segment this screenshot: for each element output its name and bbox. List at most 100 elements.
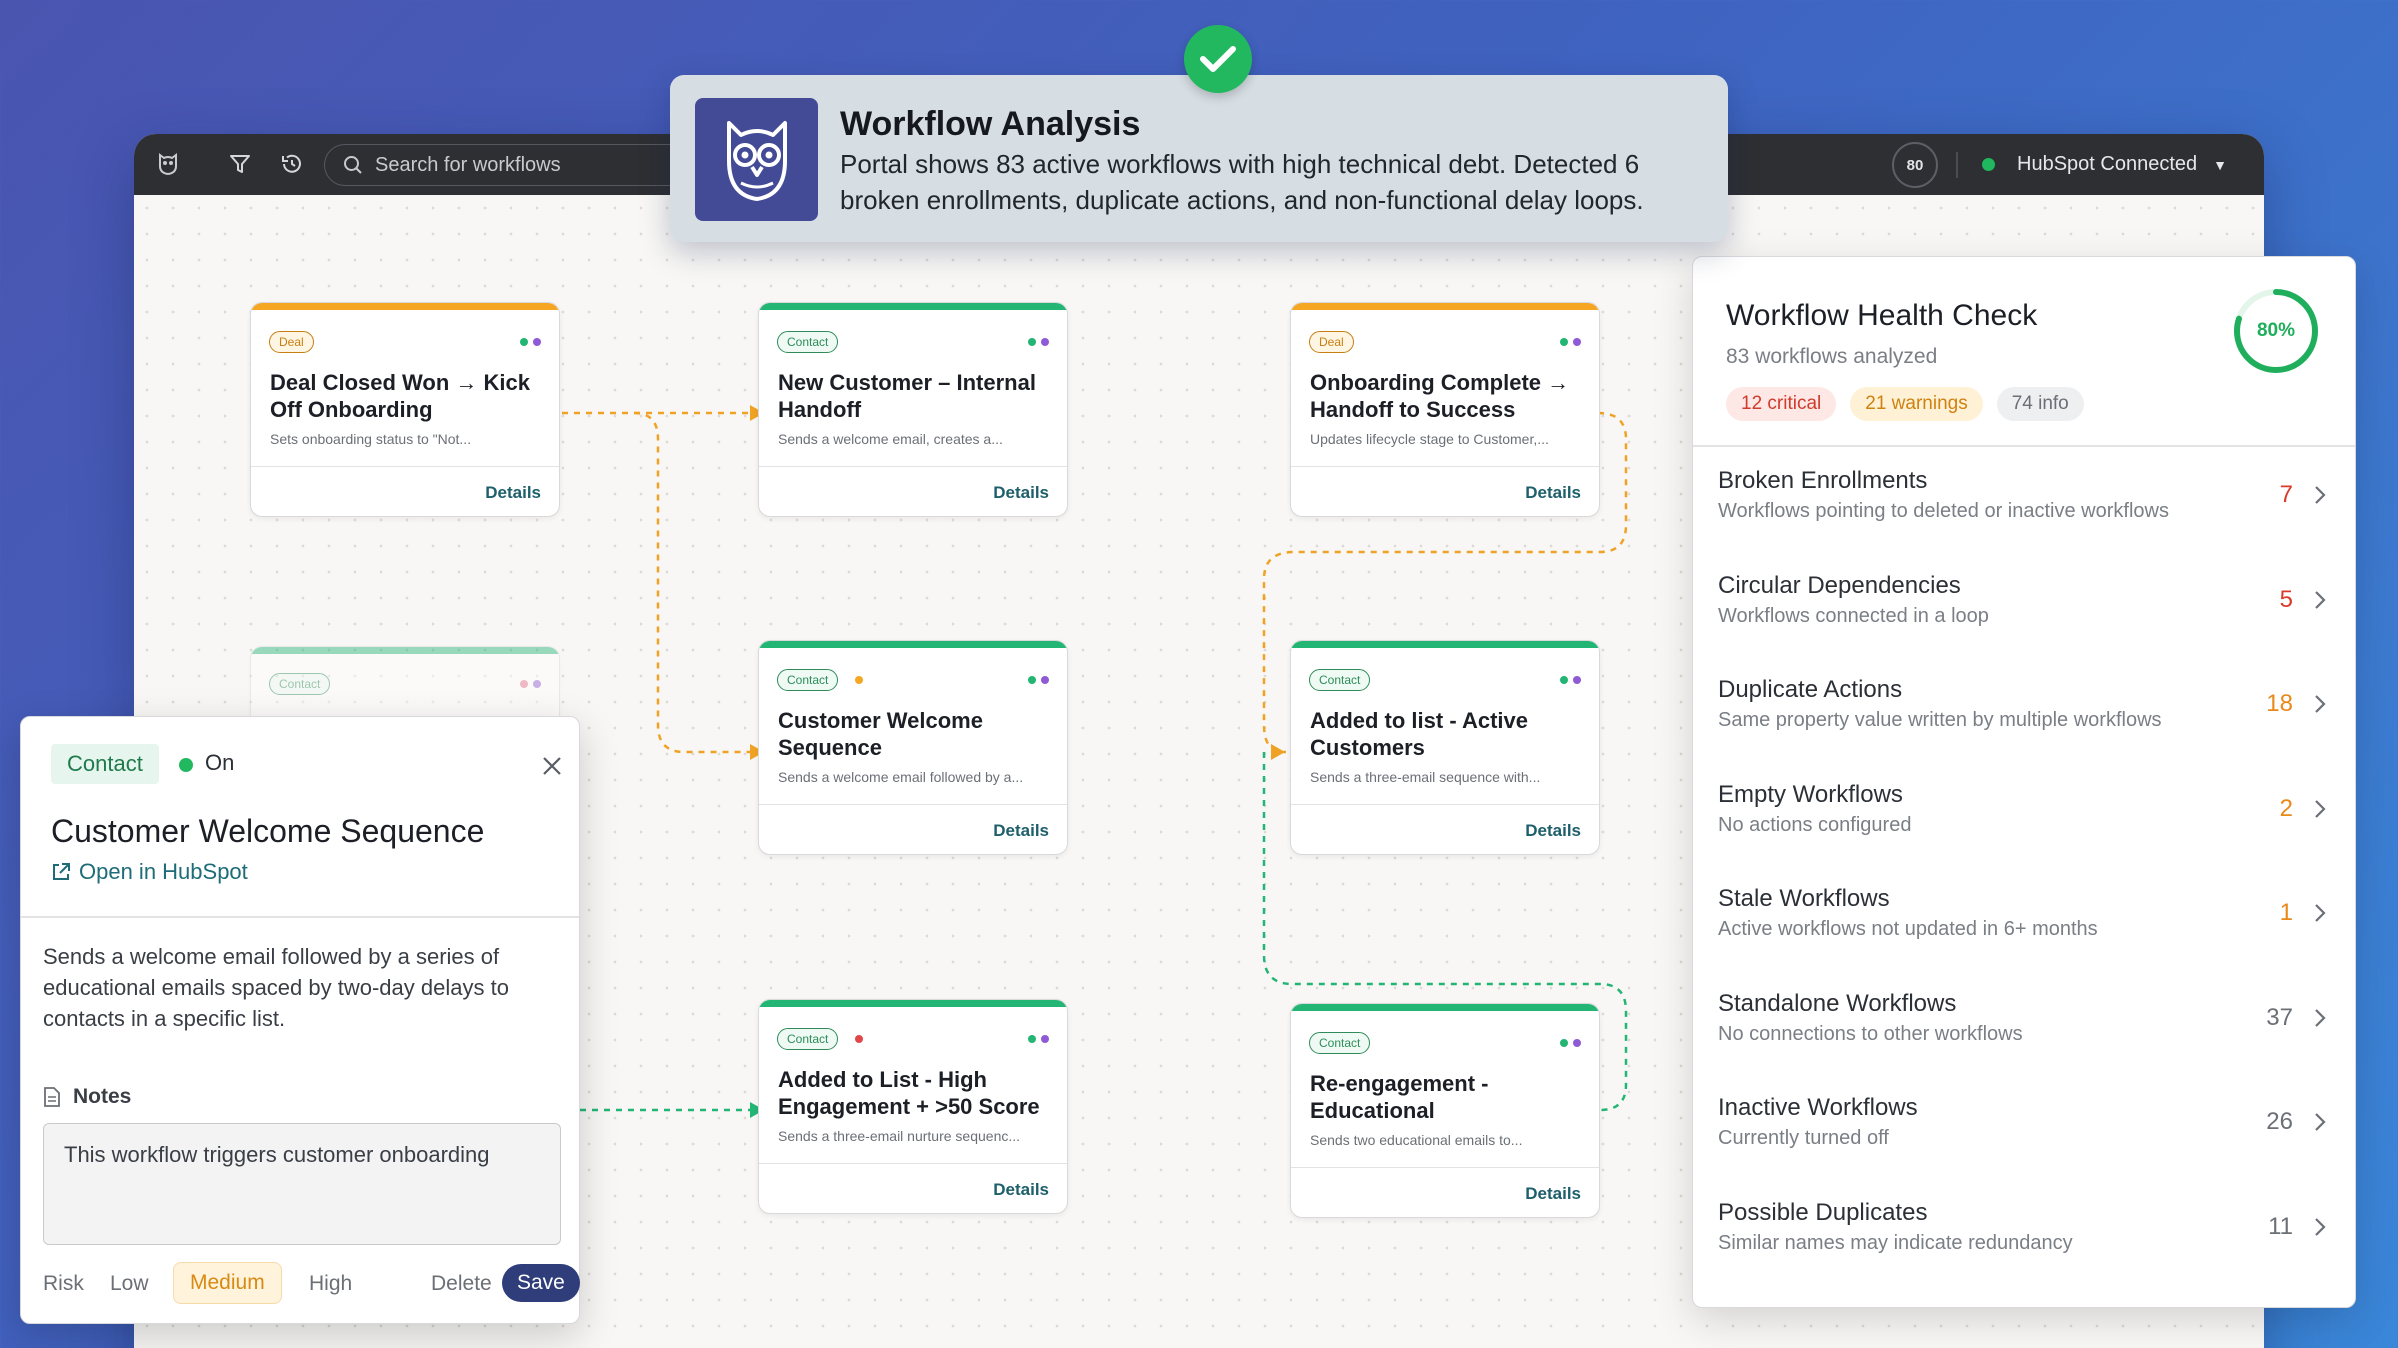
node-title: Deal Closed Won → Kick Off Onboarding <box>270 370 530 422</box>
issue-name: Stale Workflows <box>1718 885 1890 912</box>
workflow-node[interactable]: Contact Added to List - High Engagement … <box>758 999 1068 1214</box>
node-status-dots <box>520 338 541 346</box>
issue-name: Possible Duplicates <box>1718 1198 1928 1226</box>
node-tag: Contact <box>777 331 839 353</box>
node-tag: Contact <box>269 673 331 695</box>
chevron-right-icon <box>2315 1113 2326 1131</box>
workflow-node[interactable]: Contact Re-engagement - Educational Send… <box>1290 1003 1600 1218</box>
node-tag: Contact <box>777 1028 839 1050</box>
issue-hint: No actions configured <box>1718 813 1912 836</box>
chevron-right-icon <box>2315 1008 2326 1027</box>
issue-hint: Workflows pointing to deleted or inactiv… <box>1718 500 2169 522</box>
panel-title: Customer Welcome Sequence <box>51 813 485 849</box>
filter-icon[interactable] <box>224 148 256 180</box>
details-link[interactable]: Details <box>485 483 541 503</box>
node-description: Sends two educational emails to... <box>1310 1132 1523 1148</box>
analysis-banner: Workflow Analysis Portal shows 83 active… <box>670 75 1728 242</box>
connection-dropdown[interactable]: HubSpot Connected ▼ <box>1982 134 2227 195</box>
node-type-bar <box>759 303 1067 310</box>
credits-badge[interactable]: 80 <box>1892 142 1938 188</box>
chevron-right-icon <box>2315 904 2326 922</box>
open-in-hubspot-link[interactable]: Open in HubSpot <box>51 859 248 885</box>
health-divider <box>1693 445 2355 447</box>
health-check-panel: Workflow Health Check 83 workflows analy… <box>1692 256 2356 1308</box>
issue-name: Circular Dependencies <box>1718 571 1961 599</box>
node-footer: Details <box>251 466 559 516</box>
issue-name: Duplicate Actions <box>1718 676 1903 703</box>
owl-logo-icon[interactable] <box>152 148 184 180</box>
workflow-node-selected[interactable]: Contact Customer Welcome Sequence Sends … <box>758 640 1068 855</box>
workflow-status: On <box>205 750 235 775</box>
object-type-tag: Contact <box>51 744 159 784</box>
chevron-right-icon <box>2315 1217 2326 1236</box>
toolbar-divider <box>1956 152 1958 178</box>
delete-button[interactable]: Delete <box>431 1272 492 1296</box>
health-title: Workflow Health Check <box>1726 299 2038 332</box>
notes-textarea[interactable]: This workflow triggers customer onboardi… <box>43 1123 561 1245</box>
node-tag: Deal <box>1309 331 1354 353</box>
workflow-node[interactable]: Deal Deal Closed Won → Kick Off Onboardi… <box>250 302 560 517</box>
workflow-node[interactable]: Contact Added to list - Active Customers… <box>1290 640 1600 855</box>
node-type-bar <box>251 303 559 310</box>
node-tag: Contact <box>1309 669 1371 691</box>
issue-count: 37 <box>2266 1003 2293 1031</box>
issue-row[interactable]: Standalone Workflows No connections to ot… <box>1693 980 2355 1084</box>
critical-badge[interactable]: 12 critical <box>1726 387 1837 421</box>
node-footer: Details <box>1291 1167 1599 1217</box>
node-description: Sets onboarding status to "Not... <box>270 431 472 447</box>
warnings-badge[interactable]: 21 warnings <box>1850 387 1983 421</box>
node-footer: Details <box>759 466 1067 516</box>
issue-count: 11 <box>2268 1212 2293 1240</box>
risk-option-high[interactable]: High <box>309 1272 352 1296</box>
error-dot <box>855 1035 863 1043</box>
issue-count: 7 <box>2279 481 2293 508</box>
history-icon[interactable] <box>276 148 308 180</box>
node-type-bar <box>251 647 559 654</box>
node-title: Added to list - Active Customers <box>1310 708 1528 760</box>
node-type-bar <box>759 641 1067 648</box>
issue-name: Standalone Workflows <box>1718 989 1957 1017</box>
active-status-dot <box>179 758 193 772</box>
issue-name: Inactive Workflows <box>1718 1094 1918 1121</box>
details-link[interactable]: Details <box>1525 483 1581 503</box>
issue-row[interactable]: Empty Workflows No actions configured 2 <box>1693 771 2355 875</box>
severity-badges: 12 critical 21 warnings 74 info <box>1726 387 2084 421</box>
issue-count: 2 <box>2279 794 2293 822</box>
issue-row[interactable]: Circular Dependencies Workflows connected… <box>1693 562 2355 666</box>
node-title: Re-engagement - Educational <box>1310 1071 1489 1123</box>
issue-count: 26 <box>2266 1108 2293 1135</box>
close-icon[interactable] <box>541 755 563 777</box>
details-link[interactable]: Details <box>993 1180 1049 1200</box>
issue-row[interactable]: Stale Workflows Active workflows not upda… <box>1693 875 2355 979</box>
issue-row[interactable]: Broken Enrollments Workflows pointing to … <box>1693 457 2355 561</box>
external-link-icon <box>53 863 70 880</box>
details-link[interactable]: Details <box>1525 1184 1581 1204</box>
details-link[interactable]: Details <box>993 483 1049 503</box>
banner-text: Portal shows 83 active workflows with hi… <box>840 149 1644 215</box>
workflow-node[interactable]: Contact New Customer – Internal Handoff … <box>758 302 1068 517</box>
connected-status-dot <box>1982 158 1995 171</box>
node-type-bar <box>1291 641 1599 648</box>
risk-label: Risk <box>43 1272 84 1295</box>
node-description: Sends a welcome email followed by a... <box>778 769 1024 785</box>
risk-option-medium[interactable]: Medium <box>173 1262 282 1304</box>
chevron-right-icon <box>2315 799 2326 818</box>
issue-hint: No connections to other workflows <box>1718 1022 2023 1045</box>
issue-row[interactable]: Duplicate Actions Same property value wri… <box>1693 666 2355 770</box>
node-title: Customer Welcome Sequence <box>778 708 983 760</box>
node-title: Added to List - High Engagement + >50 Sc… <box>778 1067 1040 1119</box>
chevron-right-icon <box>2315 695 2326 713</box>
risk-option-low[interactable]: Low <box>110 1272 149 1296</box>
info-badge[interactable]: 74 info <box>1996 387 2084 421</box>
node-description: Sends a three-email sequence with... <box>1310 769 1541 785</box>
health-score: 80% <box>2256 320 2296 341</box>
details-link[interactable]: Details <box>1525 821 1581 841</box>
workflow-node[interactable]: Deal Onboarding Complete → Handoff to Su… <box>1290 302 1600 517</box>
issue-row[interactable]: Possible Duplicates Similar names may ind… <box>1693 1189 2355 1293</box>
node-description: Sends a three-email nurture sequenc... <box>778 1128 1021 1144</box>
node-status-dots <box>1560 676 1581 684</box>
save-button[interactable]: Save <box>502 1264 580 1302</box>
notes-label-text: Notes <box>73 1085 132 1108</box>
issue-row[interactable]: Inactive Workflows Currently turned off 26 <box>1693 1084 2355 1188</box>
details-link[interactable]: Details <box>993 821 1049 841</box>
